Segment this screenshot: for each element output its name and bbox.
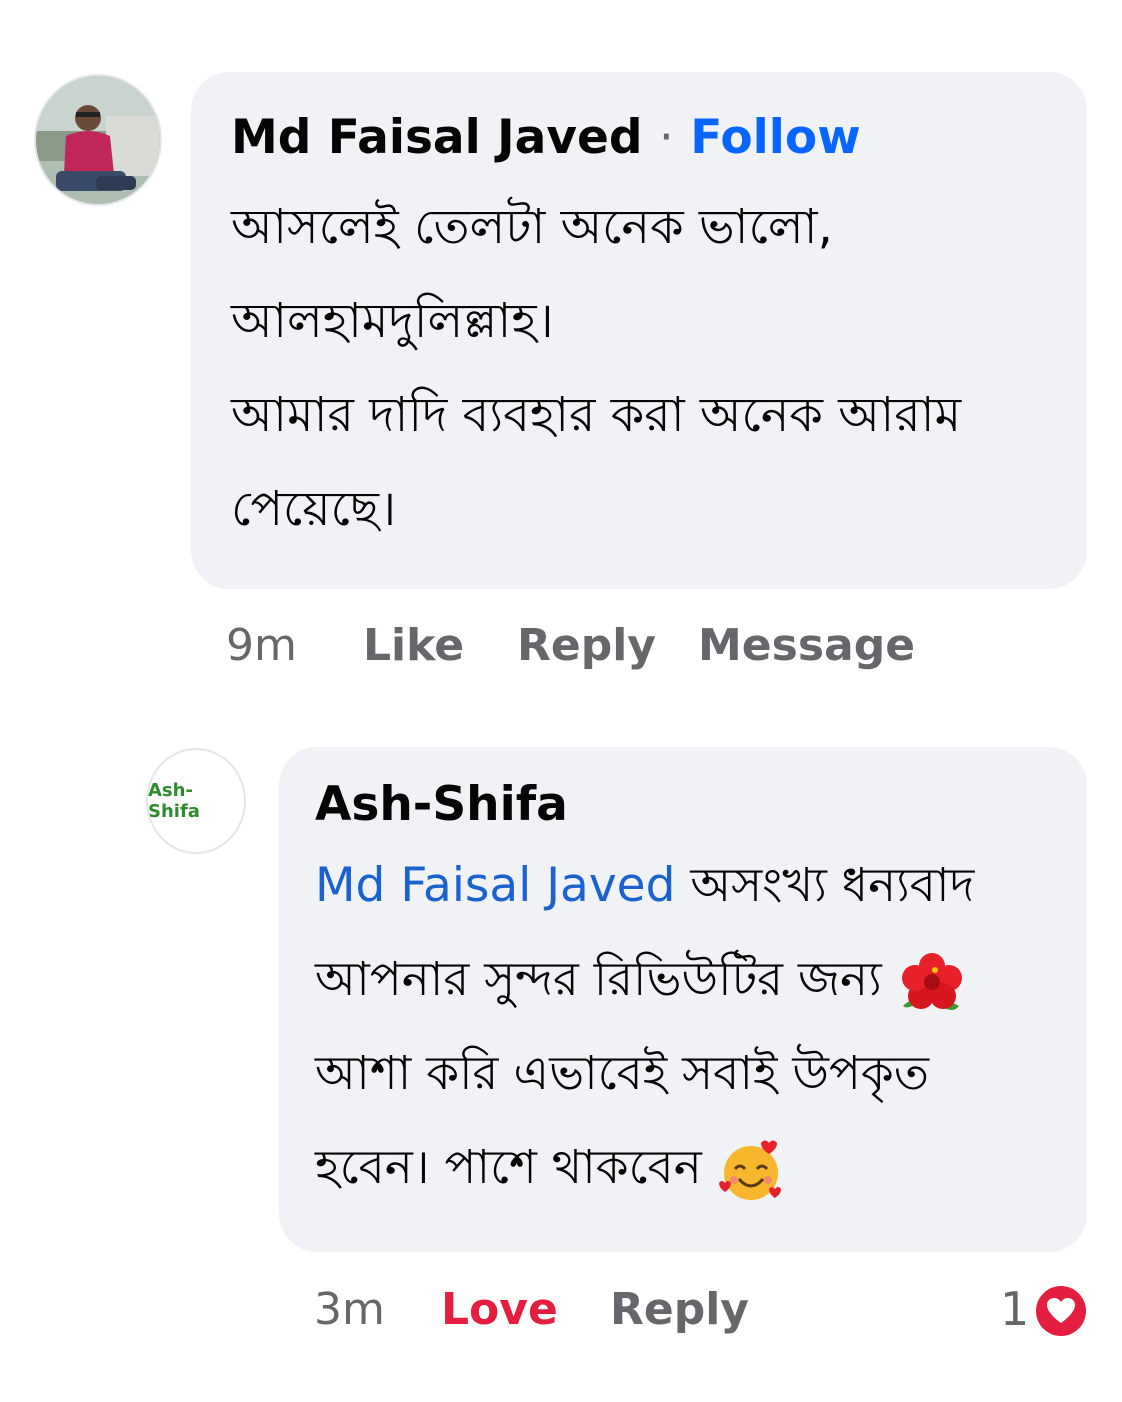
commenter-avatar[interactable] xyxy=(34,74,162,206)
reply-actions: 3m Love Reply xyxy=(314,1284,814,1344)
separator-dot: · xyxy=(658,110,674,165)
reaction-count[interactable]: 1 xyxy=(1000,1282,1029,1336)
hibiscus-icon xyxy=(901,952,962,1010)
comment-author-name[interactable]: Md Faisal Javed xyxy=(231,110,642,165)
comment-actions: 9m Like Reply Message xyxy=(226,620,926,680)
page-avatar[interactable]: Ash-Shifa xyxy=(146,748,246,854)
reply-line: আপনার সুন্দর রিভিউটির জন্য xyxy=(315,933,1057,1027)
reply-text: Md Faisal Javed অসংখ্য ধন্যবাদ আপনার সুন… xyxy=(315,839,1057,1215)
follow-button[interactable]: Follow xyxy=(690,110,860,165)
love-button[interactable]: Love xyxy=(441,1284,558,1335)
comment-line: আসলেই তেলটা অনেক ভালো, xyxy=(231,199,833,255)
comment-line: আলহামদুলিল্লাহ। xyxy=(231,293,554,349)
comment-text: আসলেই তেলটা অনেক ভালো, আলহামদুলিল্লাহ। আ… xyxy=(231,180,1051,556)
reply-line: হবেন। পাশে থাকবেন xyxy=(315,1121,1057,1215)
reply-button[interactable]: Reply xyxy=(517,620,656,671)
smiling-face-with-hearts-icon xyxy=(718,1140,781,1200)
page-logo-text: Ash-Shifa xyxy=(148,780,200,822)
reply-line: Md Faisal Javed অসংখ্য ধন্যবাদ xyxy=(315,839,1057,933)
reply-author-name[interactable]: Ash-Shifa xyxy=(315,777,568,832)
profile-photo xyxy=(36,76,160,204)
reply-line-text: অসংখ্য ধন্যবাদ xyxy=(675,858,975,913)
reply-button[interactable]: Reply xyxy=(610,1284,749,1335)
like-button[interactable]: Like xyxy=(363,620,464,671)
love-reaction-icon[interactable] xyxy=(1036,1286,1086,1336)
mention-link[interactable]: Md Faisal Javed xyxy=(315,858,675,913)
heart-icon xyxy=(1047,1298,1075,1323)
reply-line: আশা করি এভাবেই সবাই উপকৃত xyxy=(315,1046,930,1101)
reply-line-text: আপনার সুন্দর রিভিউটির জন্য xyxy=(315,952,882,1007)
reply-timestamp[interactable]: 3m xyxy=(314,1284,385,1335)
reply-bubble: Ash-Shifa Md Faisal Javed অসংখ্য ধন্যবাদ… xyxy=(279,747,1087,1252)
reply-line-text: হবেন। পাশে থাকবেন xyxy=(315,1140,702,1195)
comment-line: পেয়েছে। xyxy=(231,481,397,537)
message-button[interactable]: Message xyxy=(698,620,915,671)
comment-timestamp[interactable]: 9m xyxy=(226,620,297,671)
comment-bubble: Md Faisal Javed · Follow আসলেই তেলটা অনে… xyxy=(191,72,1087,589)
comment-line: আমার দাদি ব্যবহার করা অনেক আরাম xyxy=(231,387,962,443)
